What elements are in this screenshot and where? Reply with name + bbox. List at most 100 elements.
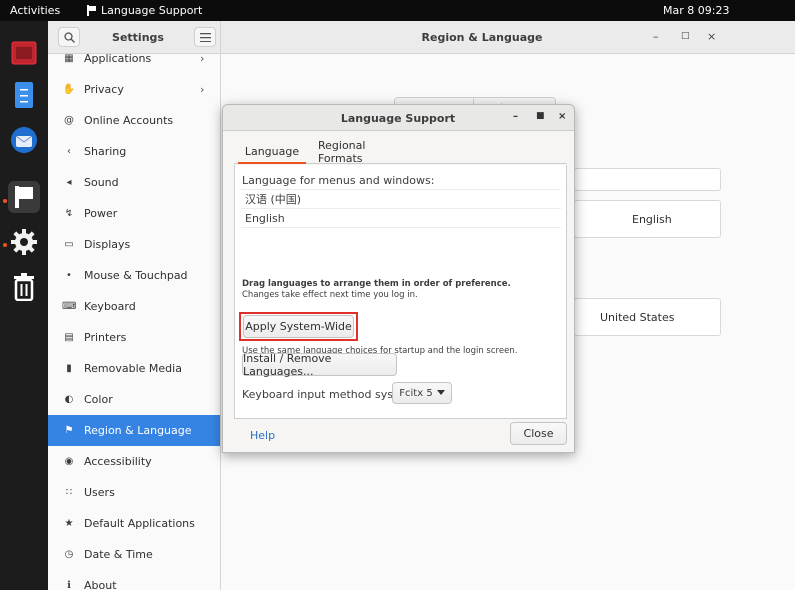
- language-support-dialog: Language Support – ■ × Language Regional…: [222, 104, 575, 453]
- language-list[interactable]: 汉语 (中国) English: [241, 189, 561, 269]
- star-icon: ★: [64, 518, 74, 529]
- chevron-right-icon: ›: [200, 54, 205, 65]
- search-button[interactable]: [58, 27, 80, 47]
- drag-note: Drag languages to arrange them in order …: [242, 279, 511, 289]
- display-icon: ▭: [64, 239, 74, 250]
- apply-system-wide-button[interactable]: Apply System-Wide: [243, 315, 354, 338]
- sidebar-item-label: Sound: [84, 176, 119, 189]
- sidebar-item-label: Removable Media: [84, 362, 182, 375]
- settings-gear-icon: [11, 229, 37, 255]
- sidebar-item-label: Mouse & Touchpad: [84, 269, 188, 282]
- sidebar-item-label: About: [84, 579, 117, 590]
- dock-settings[interactable]: [8, 226, 40, 258]
- search-icon: [63, 31, 75, 43]
- sidebar-item-mouse-touchpad[interactable]: • Mouse & Touchpad: [48, 260, 220, 291]
- tab-language[interactable]: Language: [238, 140, 306, 164]
- dock-thunderbird[interactable]: [8, 124, 40, 156]
- language-support-icon: [15, 186, 33, 208]
- app-menu-label: Language Support: [101, 4, 203, 17]
- at-icon: @: [64, 115, 74, 126]
- share-icon: ‹: [67, 146, 71, 157]
- dock-trash[interactable]: [8, 271, 40, 303]
- close-dialog-button[interactable]: Close: [510, 422, 567, 445]
- sidebar-item-online-accounts[interactable]: @ Online Accounts: [48, 105, 220, 136]
- sidebar-item-sound[interactable]: ◂ Sound: [48, 167, 220, 198]
- hamburger-menu-button[interactable]: [194, 27, 216, 47]
- sidebar-item-keyboard[interactable]: ⌨ Keyboard: [48, 291, 220, 322]
- clock-icon: ◷: [64, 549, 74, 560]
- app-red-icon: [11, 41, 37, 65]
- dialog-tabs: Language Regional Formats: [234, 139, 567, 165]
- language-row[interactable]: English: [574, 200, 721, 238]
- settings-sidebar: ▦ Applications › ✋ Privacy › @ Online Accounts ‹…: [48, 54, 221, 590]
- power-icon: ↯: [64, 208, 74, 219]
- keyboard-icon: ⌨: [62, 301, 77, 312]
- sidebar-item-color[interactable]: ◐ Color: [48, 384, 220, 415]
- language-list-divider: [241, 227, 561, 246]
- language-value: English: [632, 213, 672, 226]
- grid-icon: ▦: [64, 54, 74, 64]
- sidebar-item-default-applications[interactable]: ★ Default Applications: [48, 508, 220, 539]
- sidebar-item-power[interactable]: ↯ Power: [48, 198, 220, 229]
- sidebar-item-about[interactable]: ℹ About: [48, 570, 220, 590]
- dock-files[interactable]: [8, 79, 40, 111]
- formats-row[interactable]: United States: [574, 298, 721, 336]
- sidebar-item-label: Displays: [84, 238, 131, 251]
- dock-app-red[interactable]: [8, 37, 40, 69]
- formats-value: United States: [600, 311, 675, 324]
- sidebar-item-region-language[interactable]: ⚑ Region & Language: [48, 415, 220, 446]
- mouse-icon: •: [66, 270, 72, 281]
- users-icon: ∷: [65, 487, 73, 498]
- sidebar-item-label: Accessibility: [84, 455, 152, 468]
- app-menu[interactable]: Language Support: [86, 4, 202, 17]
- dialog-header: Language Support – ■ ×: [223, 105, 574, 131]
- usb-icon: ▮: [66, 363, 72, 374]
- accessibility-icon: ◉: [64, 456, 74, 467]
- language-item-english[interactable]: English: [241, 208, 561, 227]
- sidebar-item-printers[interactable]: ▤ Printers: [48, 322, 220, 353]
- sidebar-item-sharing[interactable]: ‹ Sharing: [48, 136, 220, 167]
- keyboard-input-method-select[interactable]: Fcitx 5: [392, 382, 452, 404]
- chevron-down-icon: [436, 390, 445, 395]
- thunderbird-icon: [11, 127, 37, 153]
- help-button[interactable]: Help: [250, 429, 275, 442]
- sidebar-item-displays[interactable]: ▭ Displays: [48, 229, 220, 260]
- background-row: [574, 168, 721, 191]
- trash-icon: [14, 273, 34, 301]
- dialog-close-button[interactable]: ×: [558, 111, 566, 122]
- sidebar-item-label: Privacy: [84, 83, 124, 96]
- maximize-button[interactable]: □: [681, 31, 690, 41]
- dock: [0, 21, 48, 590]
- sidebar-item-users[interactable]: ∷ Users: [48, 477, 220, 508]
- tab-regional-formats[interactable]: Regional Formats: [318, 139, 412, 165]
- sidebar-item-label: Online Accounts: [84, 114, 174, 127]
- effect-note: Changes take effect next time you log in…: [242, 290, 418, 300]
- sidebar-item-label: Users: [84, 486, 115, 499]
- sidebar-item-date-time[interactable]: ◷ Date & Time: [48, 539, 220, 570]
- sidebar-item-label: Keyboard: [84, 300, 136, 313]
- language-tab-page: Language for menus and windows: 汉语 (中国) …: [234, 165, 567, 419]
- chevron-right-icon: ›: [200, 83, 205, 96]
- sidebar-item-privacy[interactable]: ✋ Privacy ›: [48, 74, 220, 105]
- install-remove-languages-button[interactable]: Install / Remove Languages...: [242, 352, 397, 378]
- sidebar-item-removable-media[interactable]: ▮ Removable Media: [48, 353, 220, 384]
- dock-language-support[interactable]: [8, 181, 40, 213]
- sidebar-item-applications[interactable]: ▦ Applications ›: [48, 54, 220, 74]
- color-icon: ◐: [64, 394, 74, 405]
- running-indicator: [3, 243, 7, 247]
- flag-icon: [86, 5, 96, 16]
- hand-icon: ✋: [62, 84, 76, 95]
- language-item-chinese[interactable]: 汉语 (中国): [241, 189, 561, 208]
- sidebar-item-accessibility[interactable]: ◉ Accessibility: [48, 446, 220, 477]
- minimize-button[interactable]: –: [653, 30, 659, 43]
- sidebar-item-label: Region & Language: [84, 424, 192, 437]
- clock[interactable]: Mar 8 09:23: [663, 4, 729, 17]
- close-button[interactable]: ×: [707, 30, 716, 43]
- settings-header-bar: Settings Region & Language – □ ×: [48, 21, 795, 54]
- files-icon: [15, 82, 33, 108]
- dialog-minimize-button[interactable]: –: [513, 111, 518, 122]
- sidebar-item-label: Sharing: [84, 145, 127, 158]
- activities-button[interactable]: Activities: [10, 4, 60, 17]
- dialog-title: Language Support: [340, 112, 456, 125]
- dialog-maximize-button[interactable]: ■: [536, 111, 545, 121]
